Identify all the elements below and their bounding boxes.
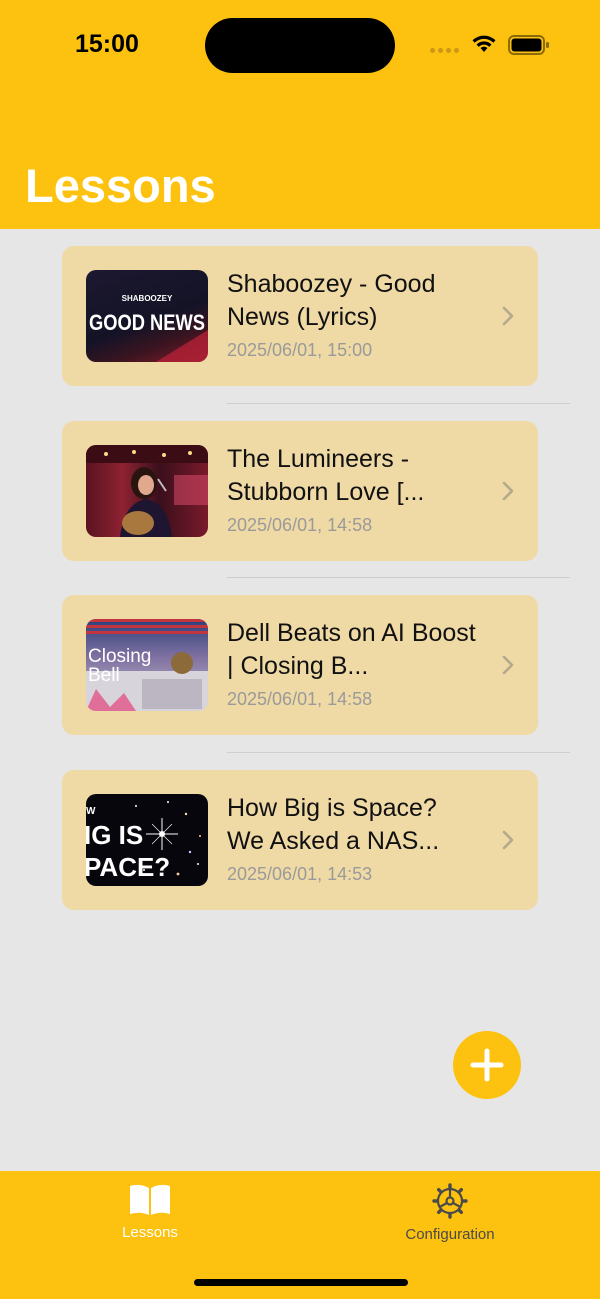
lesson-row[interactable]: Closing Bell Dell Beats on AI Boost | Cl…: [62, 595, 538, 735]
lesson-date: 2025/06/01, 15:00: [227, 340, 373, 360]
dynamic-island: [205, 18, 395, 73]
lesson-thumbnail: Closing Bell: [86, 619, 208, 711]
cellular-signal-icon: [430, 48, 459, 53]
tab-label: Configuration: [405, 1226, 495, 1243]
chevron-right-icon: [502, 830, 514, 850]
add-lesson-button[interactable]: [453, 1031, 521, 1099]
lesson-title: Dell Beats on AI Boost | Closing B...: [227, 619, 476, 680]
lesson-title: How Big is Space? We Asked a NAS...: [227, 794, 440, 855]
tab-label: Lessons: [122, 1224, 178, 1241]
chevron-right-icon: [502, 306, 514, 326]
list-divider: [227, 577, 570, 578]
book-icon: [130, 1184, 170, 1215]
plus-icon: [470, 1048, 504, 1082]
chevron-right-icon: [502, 655, 514, 675]
list-divider: [227, 403, 570, 404]
lesson-thumbnail: [86, 445, 208, 537]
thumb-caption-line3: PACE?: [86, 852, 170, 882]
lesson-title: The Lumineers - Stubborn Love [...: [227, 445, 425, 506]
wifi-icon: [472, 35, 496, 52]
thumb-caption-line2: Bell: [88, 665, 120, 686]
lesson-date: 2025/06/01, 14:53: [227, 864, 373, 884]
lesson-date: 2025/06/01, 14:58: [227, 515, 373, 535]
thumb-caption-line1: W: [86, 806, 96, 817]
lesson-date: 2025/06/01, 14:58: [227, 689, 373, 709]
gear-icon: [432, 1183, 468, 1219]
chevron-right-icon: [502, 481, 514, 501]
thumb-caption-main: GOOD NEWS: [89, 310, 205, 335]
battery-icon: [508, 35, 549, 55]
tab-configuration[interactable]: Configuration: [370, 1183, 530, 1243]
status-time: 15:00: [75, 30, 139, 58]
lesson-title: Shaboozey - Good News (Lyrics): [227, 270, 436, 331]
lesson-row[interactable]: W IG IS PACE? How Big is Space? We Asked…: [62, 770, 538, 910]
lesson-thumbnail: W IG IS PACE?: [86, 794, 208, 886]
thumb-caption-top: SHABOOZEY: [122, 294, 173, 303]
lesson-row[interactable]: The Lumineers - Stubborn Love [... 2025/…: [62, 421, 538, 561]
lesson-row[interactable]: SHABOOZEY GOOD NEWS Shaboozey - Good New…: [62, 246, 538, 386]
tab-lessons[interactable]: Lessons: [70, 1183, 230, 1241]
lesson-thumbnail: SHABOOZEY GOOD NEWS: [86, 270, 208, 362]
list-divider: [227, 752, 570, 753]
thumb-caption-line2: IG IS: [86, 820, 143, 850]
navigation-header: 15:00 Lessons: [0, 0, 600, 229]
thumb-caption-line1: Closing: [88, 646, 151, 667]
page-title: Lessons: [25, 159, 216, 212]
home-indicator: [194, 1279, 408, 1286]
